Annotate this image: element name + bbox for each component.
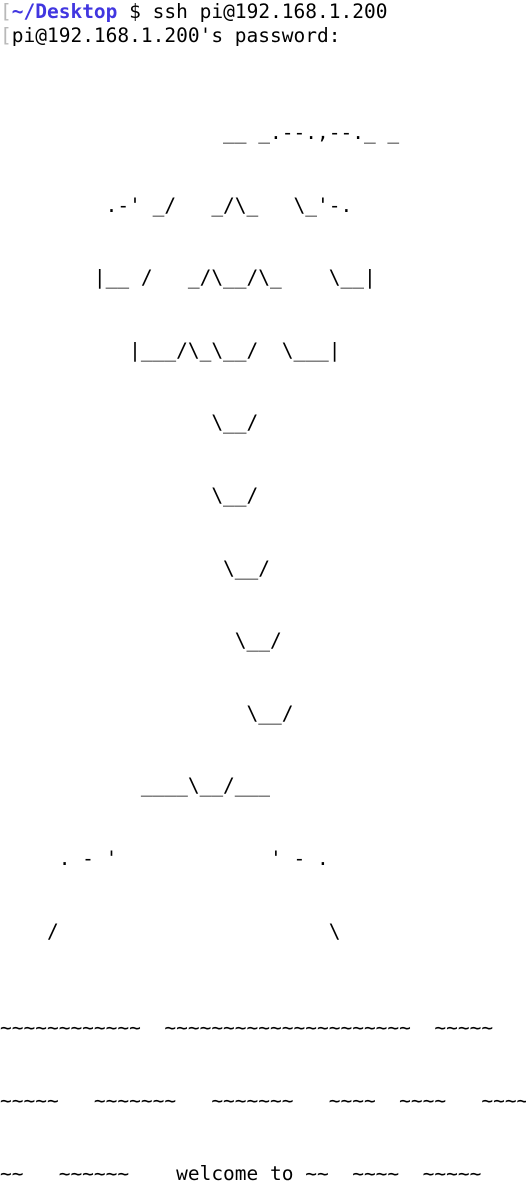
art-line-trunk-1: \__/ [0,411,259,435]
art-line-island-slopes: / \ [0,919,341,943]
command-line-ssh: [~/Desktop $ ssh pi@192.168.1.200 [0,0,526,24]
art-line-canopy-mid: |__ / _/\__/\_ \__| [0,266,376,290]
art-line-canopy-lower: |___/\_\__/ \___| [0,338,341,362]
edge-bracket-icon-2: [ [0,24,12,48]
ascii-art-banner: __ _.--.,--._ _ .-' _/ _/\_ \_'-. |__ / … [0,48,526,1204]
art-line-trunk-3: \__/ [0,556,271,580]
art-line-trunk-2: \__/ [0,483,259,507]
art-line-canopy-top: __ _.--.,--._ _ [0,120,400,144]
art-line-canopy-upper: .-' _/ _/\_ \_'-. [0,193,353,217]
prompt-separator-2 [141,0,153,23]
password-prompt-text: pi@192.168.1.200's password: [11,24,341,48]
art-line-trunk-5: \__/ [0,701,294,725]
prompt-path: ~/Desktop [11,0,118,23]
art-line-trunk-4: \__/ [0,629,282,653]
wave-line-1: ~~~~~~~~~~~~ ~~~~~~~~~~~~~~~~~~~~~ ~~~~~ [0,1016,494,1040]
art-line-island-crest: . - ' ' - . [0,846,329,870]
ssh-command-text: ssh pi@192.168.1.200 [152,0,388,23]
wave-line-2: ~~~~~ ~~~~~~~ ~~~~~~~ ~~~~ ~~~~ ~~~~~~ [0,1088,526,1112]
art-line-trunk-base: ____\__/___ [0,774,271,798]
wave-line-welcome: ~~ ~~~~~~ welcome to ~~ ~~~~ ~~~~~ [0,1161,482,1185]
prompt-symbol: $ [129,0,141,23]
terminal-window[interactable]: [~/Desktop $ ssh pi@192.168.1.200 [pi@19… [0,0,526,1185]
password-prompt-line: [pi@192.168.1.200's password: [0,24,526,48]
edge-bracket-icon: [ [0,0,12,23]
prompt-separator-1 [117,0,129,23]
